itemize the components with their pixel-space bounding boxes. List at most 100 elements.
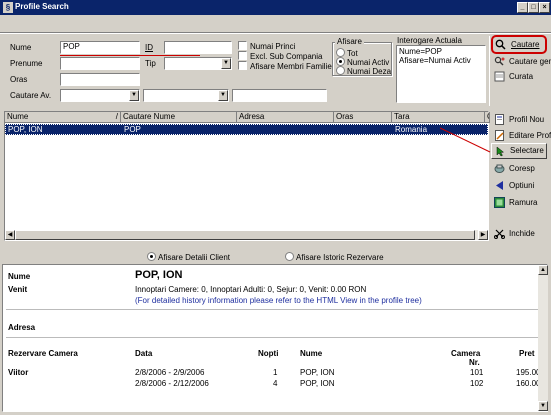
rez-row-2-pret: 160.00 [516,379,541,388]
numai-dezactiv-label: Numai Dezactiv [347,67,391,76]
selectare-label: Selectare [510,146,544,155]
rez-header-nr: Nr. [469,358,480,367]
sort-icon: / [115,112,118,121]
prenume-label: Prenume [10,59,43,68]
rez-row-1-pret: 195.00 [516,368,541,377]
maximize-button[interactable]: □ [528,2,539,13]
rez-header-nume: Nume [300,349,323,358]
detail-venit-label: Venit [8,285,28,294]
table-row[interactable]: POP, ION POP Romania [5,124,488,135]
rez-row-1-camera: 101 [470,368,484,377]
id-input[interactable] [164,41,232,54]
numai-activ-label: Numai Activ [347,58,390,67]
scroll-left-icon[interactable]: ◀ [5,230,15,240]
chevron-down-icon: ▼ [221,58,231,69]
tot-radio[interactable] [336,48,345,57]
chevron-down-icon: ▼ [129,90,139,101]
cautare-av-select-2[interactable]: ▼ [143,89,229,102]
afisare-istoric-label: Afisare Istoric Rezervare [296,253,384,262]
ramura-button[interactable]: Ramura [491,194,547,211]
options-arrow-icon [494,180,505,191]
chevron-down-icon: ▼ [218,90,228,101]
rez-header-nopti: Nopti [258,349,279,358]
numai-activ-radio[interactable] [336,57,345,66]
detail-adresa-label: Adresa [8,323,36,332]
profil-nou-button[interactable]: Profil Nou [491,111,549,128]
scroll-up-icon[interactable]: ▲ [538,265,548,275]
rez-header-rezervare: Rezervare Camera [8,349,78,358]
interogare-line-2: Afisare=Numai Activ [399,56,471,65]
cell-nume: POP, ION [8,125,43,134]
editare-profil-button[interactable]: Editare Profil [491,127,551,144]
window-title: Profile Search [15,2,69,11]
cautare-av-label: Cautare Av. [10,91,52,100]
coresp-button[interactable]: Coresp [491,160,547,177]
rez-header-pret: Pret [519,349,535,358]
cell-cautare-nume: POP [124,125,141,134]
numai-dezactiv-radio[interactable] [336,66,345,75]
tot-label: Tot [347,49,358,58]
afisare-istoric-radio[interactable] [285,252,294,261]
interogare-line-1: Nume=POP [399,47,442,56]
ramura-label: Ramura [509,198,538,207]
cursor-arrow-icon [495,146,506,157]
col-header-nume[interactable]: Nume / [5,112,121,123]
rez-row-1-data: 2/8/2006 - 2/9/2006 [135,368,205,377]
app-icon: § [3,2,13,13]
tip-label: Tip [145,59,156,68]
editare-profil-label: Editare Profil [509,131,551,140]
cautare-gen-label: Cautare gen. [509,57,551,66]
detail-venit-line-1: Innoptari Camere: 0, Innoptari Adulti: 0… [135,285,367,294]
close-button[interactable]: × [539,2,550,13]
excl-sub-label: Excl. Sub Compania [250,52,323,61]
cautare-button[interactable]: Cautare [491,35,547,54]
rez-row-2-camera: 102 [470,379,484,388]
cautare-av-input[interactable] [232,89,327,102]
rez-group-viitor: Viitor [8,368,29,377]
afisare-membri-label: Afisare Membri Familie [250,62,332,71]
rez-row-2-nopti: 4 [273,379,278,388]
col-header-tara[interactable]: Tara [392,112,485,123]
afisare-membri-checkbox[interactable] [238,61,247,70]
rez-row-1-nopti: 1 [273,368,278,377]
col-header-adresa[interactable]: Adresa [237,112,334,123]
afisare-detalii-radio[interactable] [147,252,156,261]
detail-venit-line-2: (For detailed history information please… [135,296,422,305]
oras-input[interactable] [60,73,140,86]
inchide-button[interactable]: Inchide [491,225,547,242]
selectare-button[interactable]: Selectare [491,143,547,159]
curata-button[interactable]: Curata [491,68,547,85]
divider [6,337,544,338]
col-header-c[interactable]: C [485,112,490,123]
minimize-button[interactable]: _ [517,2,528,13]
rez-row-1-nume: POP, ION [300,368,335,377]
profil-nou-label: Profil Nou [509,115,545,124]
title-bar: § Profile Search _ □ × [0,0,551,15]
scroll-right-icon[interactable]: ▶ [478,230,488,240]
prenume-input[interactable] [60,57,140,70]
coresp-label: Coresp [509,164,535,173]
optiuni-button[interactable]: Optiuni [491,177,547,194]
results-grid[interactable]: Nume/ Cautare Nume Adresa Oras Tara C PO… [4,111,490,241]
rez-row-2-nume: POP, ION [300,379,335,388]
cautare-label: Cautare [511,40,540,49]
vertical-scrollbar[interactable]: ▲ ▼ [538,265,548,411]
excl-sub-checkbox[interactable] [238,51,247,60]
afisare-detalii-label: Afisare Detalii Client [158,253,231,262]
tip-select[interactable]: ▼ [164,57,232,70]
afisare-group-title: Afisare [335,37,364,46]
id-label: ID [145,43,153,52]
scroll-down-icon[interactable]: ▼ [538,401,548,411]
col-header-oras[interactable]: Oras [334,112,392,123]
divider [6,309,544,310]
new-profile-icon [494,114,505,125]
numai-princi-checkbox[interactable] [238,41,247,50]
cautare-av-select-1[interactable]: ▼ [60,89,140,102]
horizontal-scrollbar[interactable]: ◀ ▶ [5,230,488,240]
rez-row-2-data: 2/8/2006 - 2/12/2006 [135,379,209,388]
scroll-thumb[interactable] [15,230,475,240]
nume-input[interactable]: POP [60,41,140,54]
branch-icon [494,197,505,208]
col-header-cautare-nume[interactable]: Cautare Nume [121,112,237,123]
nume-label: Nume [10,43,32,52]
